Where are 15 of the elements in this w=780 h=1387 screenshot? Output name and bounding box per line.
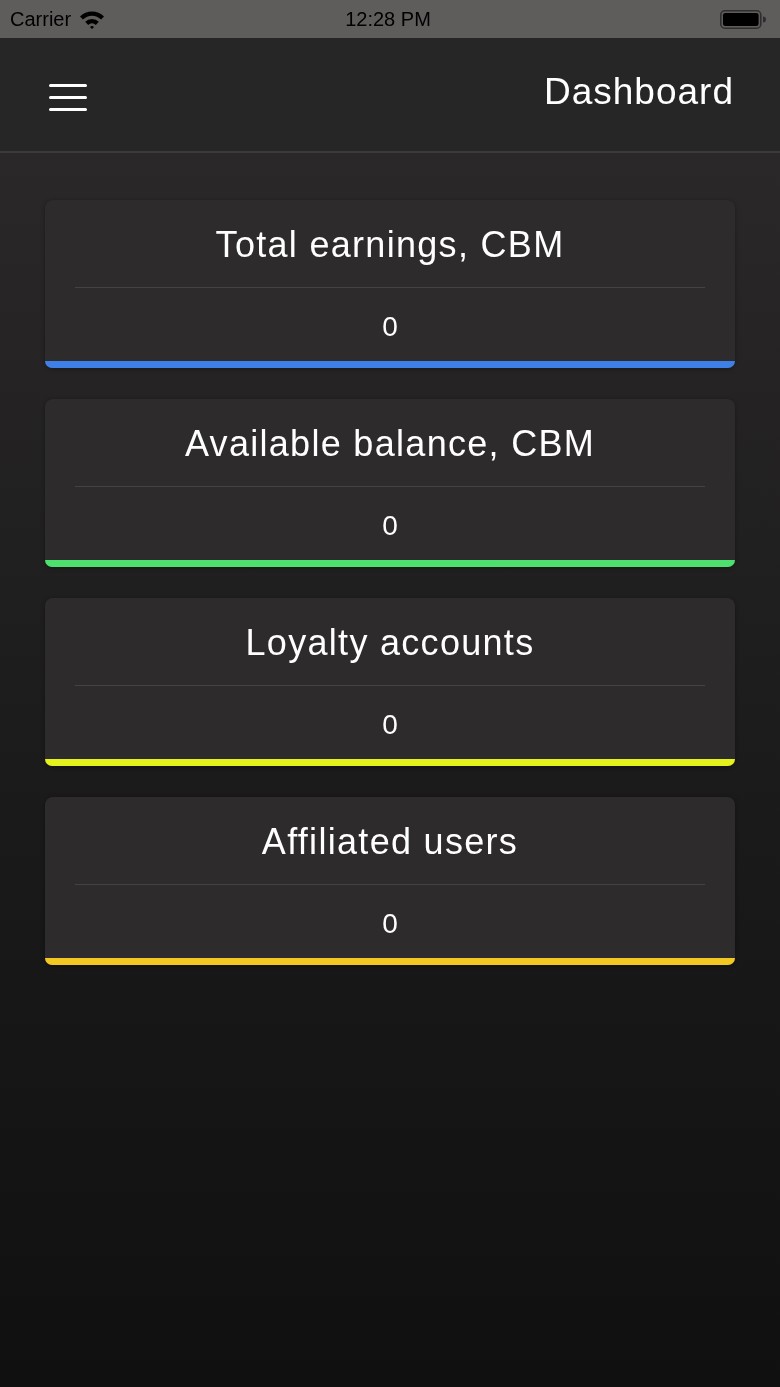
menu-icon	[49, 84, 87, 111]
battery-icon	[720, 9, 766, 29]
wifi-icon	[79, 9, 106, 29]
card-title: Total earnings, CBM	[215, 225, 565, 265]
card-title: Available balance, CBM	[184, 424, 596, 464]
header-title: Dashboard	[544, 70, 734, 113]
card-value: 0	[382, 310, 398, 344]
card-title: Loyalty accounts	[245, 623, 535, 663]
card-title: Affiliated users	[261, 822, 519, 862]
menu-button[interactable]	[49, 84, 87, 111]
status-time: 12:28 PM	[345, 7, 431, 31]
carrier-label: Carrier	[10, 7, 72, 31]
card-value: 0	[382, 907, 398, 941]
card-value: 0	[382, 509, 398, 543]
card-value: 0	[382, 708, 398, 742]
